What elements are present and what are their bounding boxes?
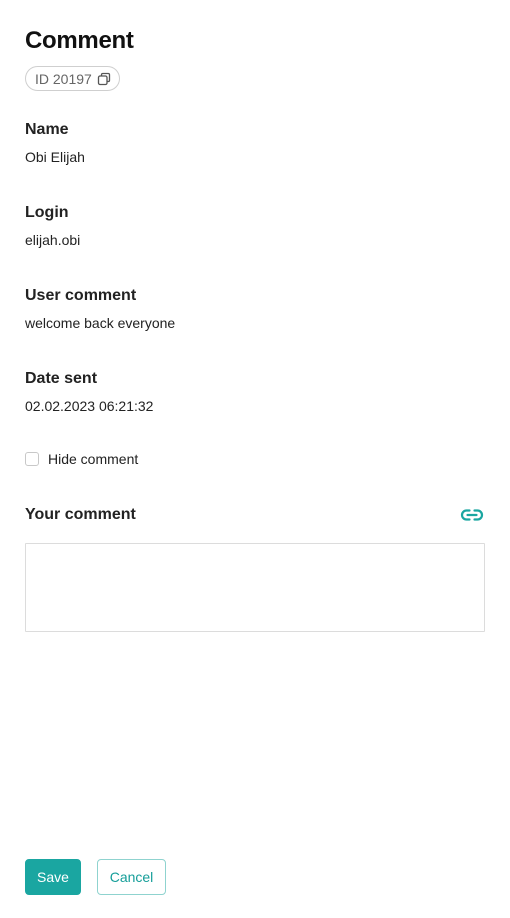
user-comment-value: welcome back everyone [25, 315, 176, 331]
hide-comment-label: Hide comment [48, 451, 139, 467]
hide-comment-toggle[interactable]: Hide comment [25, 451, 138, 467]
page-title: Comment [25, 27, 134, 54]
name-value: Obi Elijah [25, 149, 85, 165]
cancel-button[interactable]: Cancel [97, 859, 166, 895]
copy-icon [97, 72, 111, 86]
date-sent-label: Date sent [25, 370, 98, 387]
user-comment-label: User comment [25, 287, 137, 304]
your-comment-input[interactable] [25, 543, 485, 632]
login-label: Login [25, 204, 69, 221]
save-button[interactable]: Save [25, 859, 81, 895]
user-comment-field: User comment welcome back everyone [25, 287, 175, 331]
hide-comment-checkbox[interactable] [25, 452, 39, 466]
your-comment-header: Your comment [25, 506, 485, 524]
date-sent-field: Date sent 02.02.2023 06:21:32 [25, 370, 153, 414]
login-value: elijah.obi [25, 232, 81, 248]
link-icon[interactable] [460, 507, 484, 523]
date-sent-value: 02.02.2023 06:21:32 [25, 398, 154, 414]
login-field: Login elijah.obi [25, 204, 80, 248]
id-chip-copy-button[interactable]: ID 20197 [25, 66, 120, 91]
your-comment-label: Your comment [25, 506, 136, 523]
name-field: Name Obi Elijah [25, 121, 85, 165]
id-label: ID 20197 [35, 70, 92, 87]
name-label: Name [25, 121, 69, 138]
